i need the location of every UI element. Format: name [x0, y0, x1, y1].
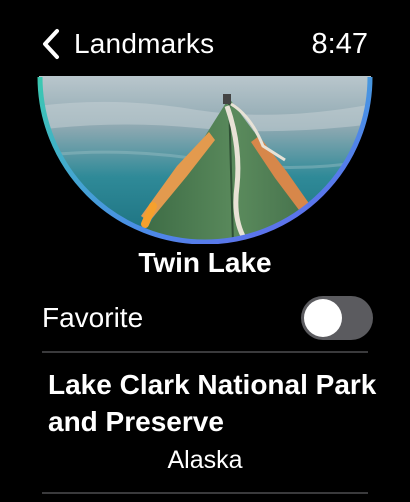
chevron-left-icon: [43, 29, 59, 59]
status-bar: Landmarks 8:47: [0, 22, 410, 66]
watch-screen: Landmarks 8:47 Twin Lake Favorite Lake C…: [0, 0, 410, 502]
park-name: Lake Clark National Park and Preserve: [48, 369, 377, 437]
state-name: Alaska: [167, 446, 243, 474]
landmark-name: Twin Lake: [138, 247, 272, 278]
landmark-image: [37, 76, 373, 244]
favorite-toggle[interactable]: [301, 296, 373, 340]
toggle-knob: [304, 299, 342, 337]
divider: [42, 351, 368, 353]
favorite-row: Favorite: [42, 296, 373, 342]
divider: [42, 492, 368, 494]
back-button[interactable]: Landmarks: [40, 22, 214, 66]
clock: 8:47: [311, 28, 368, 60]
favorite-label: Favorite: [42, 302, 144, 333]
back-label: Landmarks: [74, 28, 215, 59]
